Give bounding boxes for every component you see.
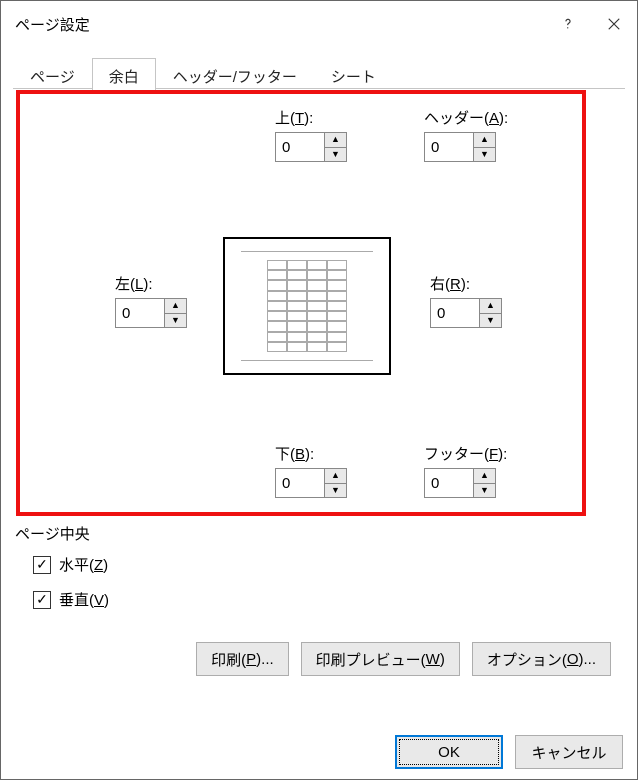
margin-header-input[interactable] — [425, 133, 473, 161]
checkbox-icon: ✓ — [33, 591, 51, 609]
dialog-footer: OK キャンセル — [1, 725, 637, 779]
tab-page[interactable]: ページ — [13, 58, 92, 90]
margin-left-input[interactable] — [116, 299, 164, 327]
options-button[interactable]: オプション(O)... — [472, 642, 611, 676]
margin-footer-group: フッター(F): ▲▼ — [424, 443, 507, 498]
margin-header-group: ヘッダー(A): ▲▼ — [424, 107, 508, 162]
spin-down-icon[interactable]: ▼ — [474, 484, 495, 498]
margin-right-spinner[interactable]: ▲▼ — [430, 298, 502, 328]
spin-down-icon[interactable]: ▼ — [480, 314, 501, 328]
margin-top-label: 上(T): — [275, 107, 347, 128]
margin-header-label: ヘッダー(A): — [424, 107, 508, 128]
center-vertical-label: 垂直(V) — [59, 589, 109, 610]
spin-down-icon[interactable]: ▼ — [325, 148, 346, 162]
margin-left-group: 左(L): ▲▼ — [115, 273, 187, 328]
margin-bottom-label: 下(B): — [275, 443, 347, 464]
margin-right-group: 右(R): ▲▼ — [430, 273, 502, 328]
titlebar: ページ設定 — [1, 1, 637, 47]
margin-area: 上(T): ▲▼ ヘッダー(A): ▲▼ 左(L): ▲▼ 右(R): — [13, 89, 625, 519]
checkbox-icon: ✓ — [33, 556, 51, 574]
spin-up-icon[interactable]: ▲ — [325, 133, 346, 148]
margin-footer-spinner[interactable]: ▲▼ — [424, 468, 496, 498]
print-preview-button[interactable]: 印刷プレビュー(W) — [301, 642, 460, 676]
action-button-row: 印刷(P)... 印刷プレビュー(W) オプション(O)... — [13, 624, 625, 676]
margin-footer-label: フッター(F): — [424, 443, 507, 464]
margin-bottom-spinner[interactable]: ▲▼ — [275, 468, 347, 498]
center-horizontal-label: 水平(Z) — [59, 554, 108, 575]
spin-down-icon[interactable]: ▼ — [325, 484, 346, 498]
titlebar-help-button[interactable] — [545, 1, 591, 47]
spin-up-icon[interactable]: ▲ — [165, 299, 186, 314]
help-icon — [561, 17, 575, 31]
tab-sheet[interactable]: シート — [314, 58, 393, 90]
spin-up-icon[interactable]: ▲ — [480, 299, 501, 314]
center-horizontal-checkbox[interactable]: ✓ 水平(Z) — [33, 554, 623, 575]
spin-down-icon[interactable]: ▼ — [165, 314, 186, 328]
margin-bottom-input[interactable] — [276, 469, 324, 497]
titlebar-close-button[interactable] — [591, 1, 637, 47]
margin-top-input[interactable] — [276, 133, 324, 161]
margin-left-label: 左(L): — [115, 273, 187, 294]
margin-left-spinner[interactable]: ▲▼ — [115, 298, 187, 328]
margin-top-group: 上(T): ▲▼ — [275, 107, 347, 162]
spin-up-icon[interactable]: ▲ — [474, 469, 495, 484]
margin-bottom-group: 下(B): ▲▼ — [275, 443, 347, 498]
tab-margins[interactable]: 余白 — [92, 58, 156, 90]
spin-up-icon[interactable]: ▲ — [474, 133, 495, 148]
tabs: ページ 余白 ヘッダー/フッター シート — [13, 57, 625, 89]
cancel-button[interactable]: キャンセル — [515, 735, 623, 769]
margin-right-label: 右(R): — [430, 273, 502, 294]
ok-button[interactable]: OK — [395, 735, 503, 769]
page-preview — [223, 237, 391, 375]
titlebar-title: ページ設定 — [15, 14, 90, 35]
margin-top-spinner[interactable]: ▲▼ — [275, 132, 347, 162]
spin-up-icon[interactable]: ▲ — [325, 469, 346, 484]
close-icon — [607, 17, 621, 31]
page-preview-grid — [267, 260, 347, 352]
tab-header-footer[interactable]: ヘッダー/フッター — [156, 58, 314, 90]
spin-down-icon[interactable]: ▼ — [474, 148, 495, 162]
page-center-legend: ページ中央 — [15, 523, 623, 544]
margin-header-spinner[interactable]: ▲▼ — [424, 132, 496, 162]
margin-right-input[interactable] — [431, 299, 479, 327]
page-center-group: ページ中央 ✓ 水平(Z) ✓ 垂直(V) — [13, 523, 625, 610]
print-button[interactable]: 印刷(P)... — [196, 642, 289, 676]
margin-footer-input[interactable] — [425, 469, 473, 497]
center-vertical-checkbox[interactable]: ✓ 垂直(V) — [33, 589, 623, 610]
